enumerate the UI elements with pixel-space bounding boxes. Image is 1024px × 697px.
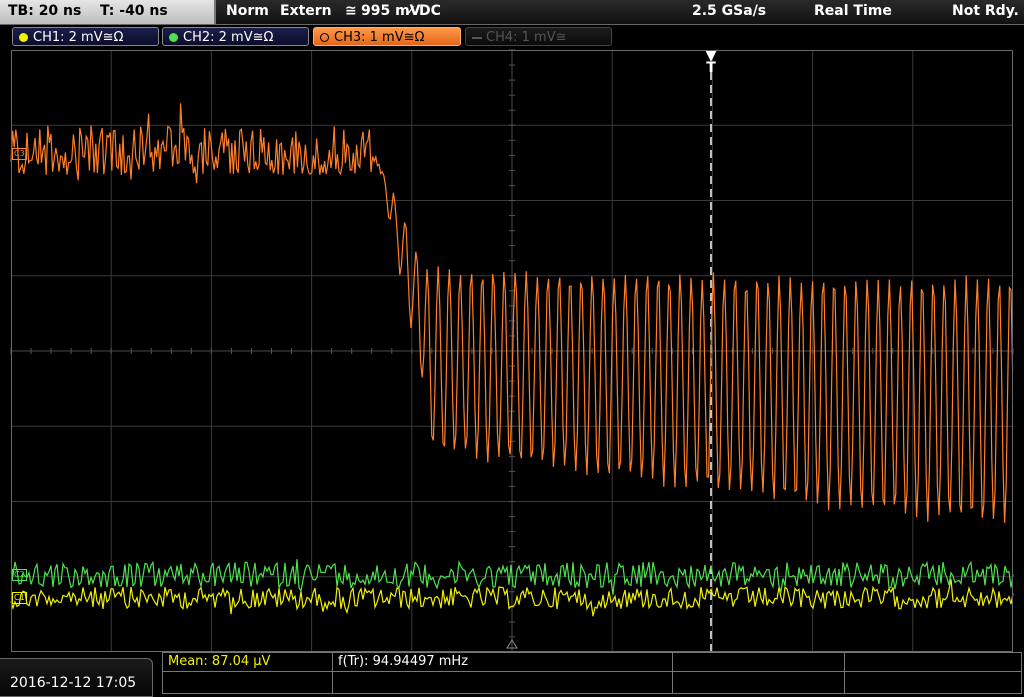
- channel-2-offset-marker[interactable]: C2: [12, 569, 27, 581]
- mean-measurement: Mean: 87.04 µV: [168, 654, 271, 669]
- graticule-border: [11, 50, 1013, 652]
- measurement-panel[interactable]: Mean: 87.04 µV f(Tr): 94.94497 mHz: [162, 652, 1022, 695]
- channel-1-offset-marker[interactable]: C1: [12, 592, 27, 604]
- channel-3-offset-marker[interactable]: C3: [12, 148, 27, 160]
- trigger-label: T: [706, 60, 716, 76]
- datetime: 2016-12-12 17:05: [10, 675, 137, 691]
- measurement-divider: [672, 652, 673, 694]
- measurement-row-2: [162, 672, 1022, 694]
- measurement-row-1: [162, 652, 1022, 672]
- frequency-measurement: f(Tr): 94.94497 mHz: [338, 654, 469, 669]
- measurement-divider: [844, 652, 845, 694]
- measurement-divider: [332, 652, 333, 694]
- trigger-position-marker[interactable]: ▼ T: [703, 49, 719, 76]
- datetime-box: 2016-12-12 17:05: [0, 658, 153, 697]
